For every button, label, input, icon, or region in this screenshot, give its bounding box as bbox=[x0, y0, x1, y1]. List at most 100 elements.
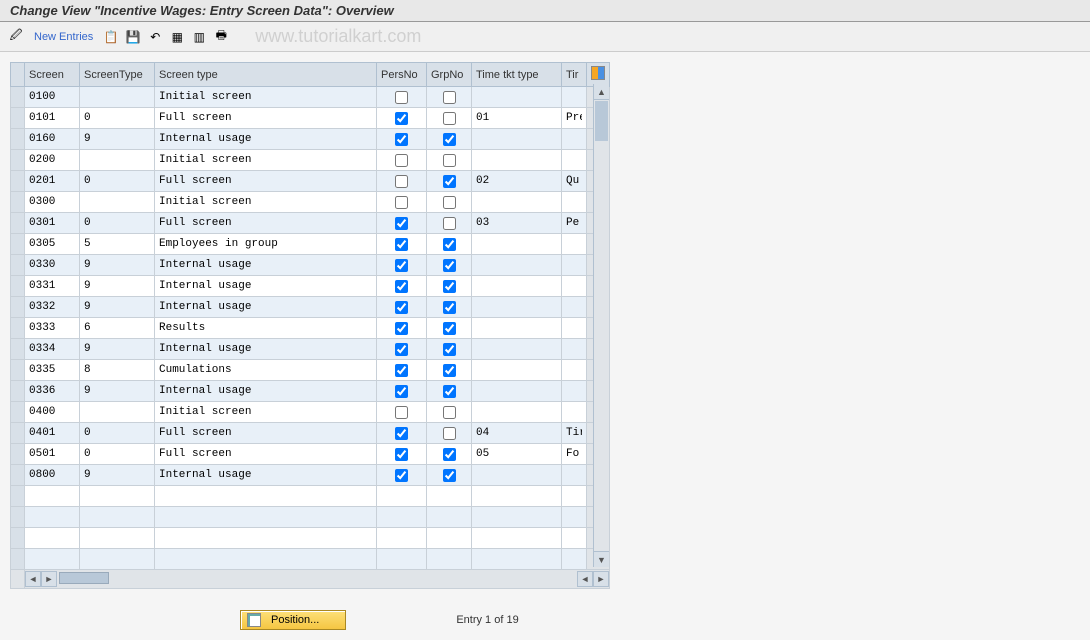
checkbox-persno[interactable] bbox=[395, 217, 408, 230]
cell-screentype[interactable] bbox=[80, 318, 154, 338]
cell-screen[interactable] bbox=[25, 171, 79, 191]
cell-timetkt[interactable] bbox=[472, 528, 561, 548]
col-header-screentype[interactable]: ScreenType bbox=[80, 63, 155, 87]
cell-screen[interactable] bbox=[25, 549, 79, 569]
checkbox-grpno[interactable] bbox=[443, 448, 456, 461]
cell-screentype[interactable] bbox=[80, 150, 154, 170]
checkbox-persno[interactable] bbox=[395, 469, 408, 482]
checkbox-persno[interactable] bbox=[395, 364, 408, 377]
cell-screentype-name[interactable] bbox=[155, 486, 376, 506]
cell-trunc[interactable] bbox=[562, 276, 586, 296]
row-handle[interactable] bbox=[11, 528, 25, 549]
cell-screen[interactable] bbox=[25, 276, 79, 296]
col-header-screen[interactable]: Screen bbox=[25, 63, 80, 87]
row-handle[interactable] bbox=[11, 465, 25, 486]
cell-timetkt[interactable] bbox=[472, 465, 561, 485]
cell-screen[interactable] bbox=[25, 108, 79, 128]
cell-screentype[interactable] bbox=[80, 255, 154, 275]
cell-screentype-name[interactable] bbox=[155, 234, 376, 254]
vertical-scrollbar[interactable]: ▲ ▼ bbox=[593, 84, 609, 567]
cell-screentype-name[interactable] bbox=[155, 150, 376, 170]
cell-screentype-name[interactable] bbox=[155, 87, 376, 107]
row-handle[interactable] bbox=[11, 423, 25, 444]
checkbox-grpno[interactable] bbox=[443, 301, 456, 314]
hscroll-right2-icon[interactable]: ► bbox=[593, 571, 609, 587]
cell-screentype-name[interactable] bbox=[155, 549, 376, 569]
vscroll-thumb[interactable] bbox=[595, 101, 608, 141]
row-handle[interactable] bbox=[11, 255, 25, 276]
cell-screen[interactable] bbox=[25, 381, 79, 401]
checkbox-grpno[interactable] bbox=[443, 322, 456, 335]
cell-screentype-name[interactable] bbox=[155, 528, 376, 548]
cell-screentype[interactable] bbox=[80, 486, 154, 506]
cell-timetkt[interactable] bbox=[472, 255, 561, 275]
cell-trunc[interactable] bbox=[562, 318, 586, 338]
cell-timetkt[interactable] bbox=[472, 171, 561, 191]
cell-trunc[interactable] bbox=[562, 549, 586, 569]
cell-trunc[interactable] bbox=[562, 402, 586, 422]
checkbox-persno[interactable] bbox=[395, 259, 408, 272]
save-icon[interactable]: 💾 bbox=[125, 29, 141, 45]
cell-timetkt[interactable] bbox=[472, 402, 561, 422]
new-entries-button[interactable]: New Entries bbox=[30, 31, 97, 43]
cell-screentype[interactable] bbox=[80, 423, 154, 443]
checkbox-grpno[interactable] bbox=[443, 364, 456, 377]
row-handle[interactable] bbox=[11, 297, 25, 318]
cell-timetkt[interactable] bbox=[472, 339, 561, 359]
checkbox-persno[interactable] bbox=[395, 238, 408, 251]
cell-screen[interactable] bbox=[25, 339, 79, 359]
cell-screentype-name[interactable] bbox=[155, 318, 376, 338]
cell-screentype-name[interactable] bbox=[155, 402, 376, 422]
row-handle[interactable] bbox=[11, 360, 25, 381]
col-header-persno[interactable]: PersNo bbox=[377, 63, 427, 87]
cell-timetkt[interactable] bbox=[472, 360, 561, 380]
toggle-icon[interactable]: 🖉 bbox=[8, 29, 24, 45]
cell-trunc[interactable] bbox=[562, 87, 586, 107]
cell-timetkt[interactable] bbox=[472, 87, 561, 107]
checkbox-grpno[interactable] bbox=[443, 280, 456, 293]
checkbox-persno[interactable] bbox=[395, 301, 408, 314]
cell-trunc[interactable] bbox=[562, 381, 586, 401]
cell-screentype[interactable] bbox=[80, 129, 154, 149]
cell-screentype-name[interactable] bbox=[155, 108, 376, 128]
checkbox-grpno[interactable] bbox=[443, 91, 456, 104]
cell-screen[interactable] bbox=[25, 360, 79, 380]
cell-screentype[interactable] bbox=[80, 339, 154, 359]
row-handle[interactable] bbox=[11, 87, 25, 108]
cell-screen[interactable] bbox=[25, 465, 79, 485]
cell-timetkt[interactable] bbox=[472, 507, 561, 527]
checkbox-grpno[interactable] bbox=[443, 217, 456, 230]
cell-timetkt[interactable] bbox=[472, 192, 561, 212]
checkbox-persno[interactable] bbox=[395, 406, 408, 419]
row-handle[interactable] bbox=[11, 381, 25, 402]
cell-timetkt[interactable] bbox=[472, 549, 561, 569]
checkbox-grpno[interactable] bbox=[443, 238, 456, 251]
checkbox-persno[interactable] bbox=[395, 91, 408, 104]
checkbox-grpno[interactable] bbox=[443, 469, 456, 482]
cell-screentype[interactable] bbox=[80, 360, 154, 380]
checkbox-grpno[interactable] bbox=[443, 175, 456, 188]
cell-trunc[interactable] bbox=[562, 213, 586, 233]
row-handle[interactable] bbox=[11, 234, 25, 255]
cell-screentype[interactable] bbox=[80, 234, 154, 254]
cell-screentype-name[interactable] bbox=[155, 423, 376, 443]
checkbox-grpno[interactable] bbox=[443, 154, 456, 167]
cell-trunc[interactable] bbox=[562, 486, 586, 506]
cell-timetkt[interactable] bbox=[472, 150, 561, 170]
cell-screentype-name[interactable] bbox=[155, 255, 376, 275]
row-handle[interactable] bbox=[11, 507, 25, 528]
cell-screen[interactable] bbox=[25, 234, 79, 254]
print-icon[interactable]: 🖶 bbox=[213, 29, 229, 45]
cell-screentype-name[interactable] bbox=[155, 465, 376, 485]
row-handle[interactable] bbox=[11, 150, 25, 171]
configure-columns[interactable] bbox=[587, 63, 610, 87]
cell-trunc[interactable] bbox=[562, 255, 586, 275]
cell-timetkt[interactable] bbox=[472, 318, 561, 338]
checkbox-persno[interactable] bbox=[395, 196, 408, 209]
cell-trunc[interactable] bbox=[562, 360, 586, 380]
cell-screentype-name[interactable] bbox=[155, 192, 376, 212]
cell-screentype-name[interactable] bbox=[155, 339, 376, 359]
cell-timetkt[interactable] bbox=[472, 129, 561, 149]
cell-trunc[interactable] bbox=[562, 339, 586, 359]
cell-screen[interactable] bbox=[25, 192, 79, 212]
